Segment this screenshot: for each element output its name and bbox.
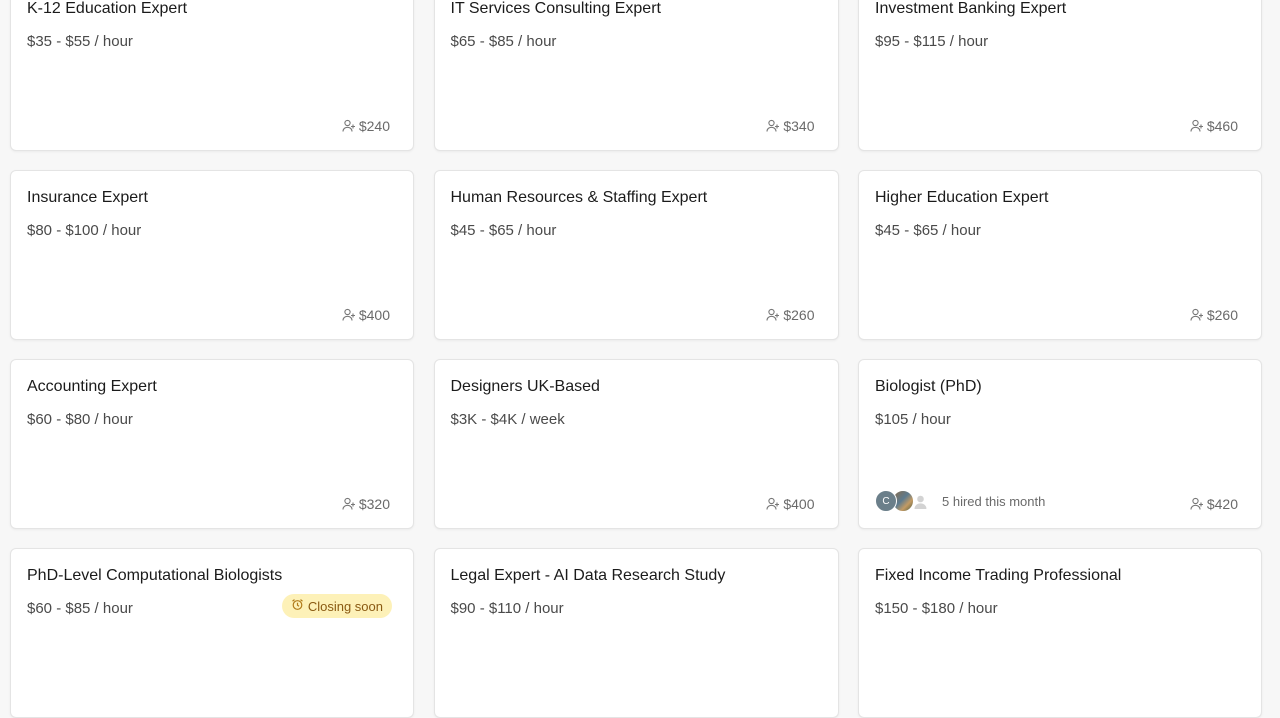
job-title: Accounting Expert xyxy=(27,378,157,395)
job-title: Human Resources & Staffing Expert xyxy=(450,189,708,206)
referral-fee: $340 xyxy=(766,118,815,134)
job-rate: $65 - $85 / hour xyxy=(450,33,557,50)
job-card[interactable]: Accounting Expert $60 - $80 / hour $320 xyxy=(10,359,414,529)
job-title: IT Services Consulting Expert xyxy=(450,0,661,17)
referral-fee: $320 xyxy=(342,496,390,512)
referral-fee: $260 xyxy=(766,307,815,323)
user-plus-icon xyxy=(342,119,356,133)
job-title: Fixed Income Trading Professional xyxy=(875,567,1122,584)
job-card[interactable]: Human Resources & Staffing Expert $45 - … xyxy=(433,170,839,340)
job-card[interactable]: PhD-Level Computational Biologists $60 -… xyxy=(10,548,414,718)
job-rate: $95 - $115 / hour xyxy=(875,33,989,50)
referral-fee: $400 xyxy=(342,307,390,323)
hired-count: 5 hired this month xyxy=(942,493,1046,509)
job-rate: $60 - $80 / hour xyxy=(27,411,133,428)
job-card[interactable]: Insurance Expert $80 - $100 / hour $400 xyxy=(10,170,414,340)
referral-fee: $240 xyxy=(342,118,390,134)
referral-fee-amount: $460 xyxy=(1206,118,1238,134)
user-plus-icon xyxy=(766,308,780,322)
user-plus-icon xyxy=(342,497,356,511)
referral-fee: $420 xyxy=(1190,496,1238,512)
job-card[interactable]: Legal Expert - AI Data Research Study $9… xyxy=(433,548,839,718)
referral-fee-amount: $260 xyxy=(783,307,815,323)
job-title: Higher Education Expert xyxy=(875,189,1049,206)
referral-fee-amount: $340 xyxy=(783,118,815,134)
job-card[interactable]: Higher Education Expert $45 - $65 / hour… xyxy=(858,170,1262,340)
job-card-grid: K-12 Education Expert $35 - $55 / hour $… xyxy=(10,0,1262,718)
job-rate: $80 - $100 / hour xyxy=(27,222,142,239)
job-card[interactable]: K-12 Education Expert $35 - $55 / hour $… xyxy=(10,0,414,151)
job-rate: $3K - $4K / week xyxy=(450,411,565,428)
job-card[interactable]: Designers UK-Based $3K - $4K / week $400 xyxy=(433,359,839,529)
referral-fee-amount: $400 xyxy=(358,307,390,323)
job-title: Biologist (PhD) xyxy=(875,378,982,395)
closing-soon-badge: Closing soon xyxy=(281,594,392,618)
job-rate: $45 - $65 / hour xyxy=(875,222,981,239)
alarm-clock-icon xyxy=(291,598,304,614)
job-rate: $45 - $65 / hour xyxy=(450,222,557,239)
job-rate: $35 - $55 / hour xyxy=(27,33,133,50)
user-plus-icon xyxy=(1190,497,1204,511)
referral-fee-amount: $240 xyxy=(358,118,390,134)
user-plus-icon xyxy=(766,497,780,511)
job-title: K-12 Education Expert xyxy=(27,0,188,17)
job-title: Designers UK-Based xyxy=(450,378,600,395)
job-card[interactable]: Fixed Income Trading Professional $150 -… xyxy=(858,548,1262,718)
job-rate: $90 - $110 / hour xyxy=(450,600,564,617)
badge-label: Closing soon xyxy=(307,598,383,614)
referral-fee: $260 xyxy=(1190,307,1238,323)
job-rate: $60 - $85 / hour xyxy=(27,600,133,617)
referral-fee-amount: $400 xyxy=(783,496,815,512)
referral-fee-amount: $260 xyxy=(1206,307,1238,323)
referral-fee: $460 xyxy=(1190,118,1238,134)
avatar: C xyxy=(875,490,897,512)
user-plus-icon xyxy=(342,308,356,322)
job-card[interactable]: Investment Banking Expert $95 - $115 / h… xyxy=(858,0,1262,151)
job-rate: $150 - $180 / hour xyxy=(875,600,998,617)
job-title: Investment Banking Expert xyxy=(875,0,1067,17)
job-title: Legal Expert - AI Data Research Study xyxy=(450,567,726,584)
job-rate: $105 / hour xyxy=(875,411,951,428)
job-title: Insurance Expert xyxy=(27,189,148,206)
user-plus-icon xyxy=(766,119,780,133)
referral-fee-amount: $420 xyxy=(1206,496,1238,512)
referral-fee-amount: $320 xyxy=(358,496,390,512)
user-plus-icon xyxy=(1190,119,1204,133)
hired-summary: C 5 hired this month xyxy=(875,490,1045,512)
job-card[interactable]: Biologist (PhD) $105 / hour C 5 hired th… xyxy=(858,359,1262,529)
referral-fee: $400 xyxy=(766,496,815,512)
job-title: PhD-Level Computational Biologists xyxy=(27,567,283,584)
job-card[interactable]: IT Services Consulting Expert $65 - $85 … xyxy=(433,0,839,151)
user-plus-icon xyxy=(1190,308,1204,322)
